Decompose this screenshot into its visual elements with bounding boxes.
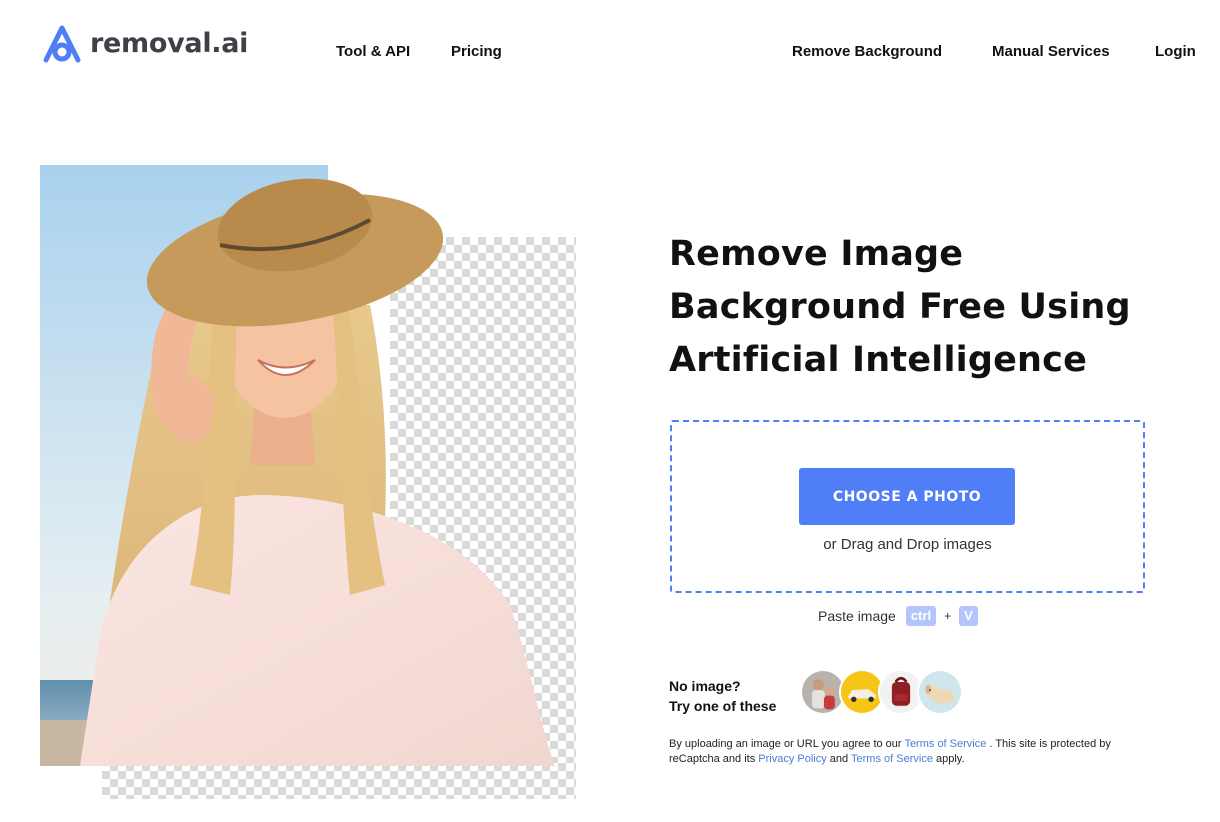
plus-sign: + xyxy=(944,609,952,623)
nav-tool-api[interactable]: Tool & API xyxy=(336,43,410,60)
legal-text-3: and xyxy=(826,753,852,765)
choose-photo-button[interactable]: CHOOSE A PHOTO xyxy=(799,468,1015,525)
nav-login[interactable]: Login xyxy=(1155,43,1196,60)
sample-prompt-line-2: Try one of these xyxy=(669,698,777,714)
sample-prompt-line-1: No image? xyxy=(669,678,741,694)
legal-text-4: apply. xyxy=(932,753,965,765)
title-line-2: Background Free Using xyxy=(669,287,1131,327)
drag-drop-hint: or Drag and Drop images xyxy=(823,536,992,553)
paste-hint: Paste image ctrl + V xyxy=(818,606,978,626)
nav-pricing[interactable]: Pricing xyxy=(451,43,502,60)
sample-images xyxy=(800,669,963,715)
woman-photo xyxy=(40,165,555,766)
transparency-checker-bottom xyxy=(102,763,576,799)
logo-text: removal.ai xyxy=(90,27,249,59)
family-photo-icon xyxy=(802,671,844,713)
paste-label: Paste image xyxy=(818,608,896,624)
legal-notice: By uploading an image or URL you agree t… xyxy=(669,737,1129,767)
v-key-badge: V xyxy=(959,606,978,626)
nav-remove-background[interactable]: Remove Background xyxy=(792,43,942,60)
nav-manual-services[interactable]: Manual Services xyxy=(992,43,1110,60)
terms-of-service-link[interactable]: Terms of Service xyxy=(904,738,986,750)
car-photo-icon xyxy=(841,671,883,713)
removal-logo-icon xyxy=(43,25,81,63)
logo[interactable]: removal.ai xyxy=(40,22,248,64)
title-line-1: Remove Image xyxy=(669,234,964,274)
page-title: Remove Image Background Free Using Artif… xyxy=(669,228,1189,387)
legal-text-1: By uploading an image or URL you agree t… xyxy=(669,738,905,750)
sample-prompt: No image? Try one of these xyxy=(669,676,776,716)
dog-photo-icon xyxy=(919,671,961,713)
hero-illustration xyxy=(40,165,580,805)
privacy-policy-link[interactable]: Privacy Policy xyxy=(758,753,826,765)
backpack-photo-icon xyxy=(880,671,922,713)
ctrl-key-badge: ctrl xyxy=(905,606,937,626)
terms-of-service-link-2[interactable]: Terms of Service xyxy=(851,753,933,765)
title-line-3: Artificial Intelligence xyxy=(669,340,1088,380)
sample-dog-photo[interactable] xyxy=(917,669,963,715)
